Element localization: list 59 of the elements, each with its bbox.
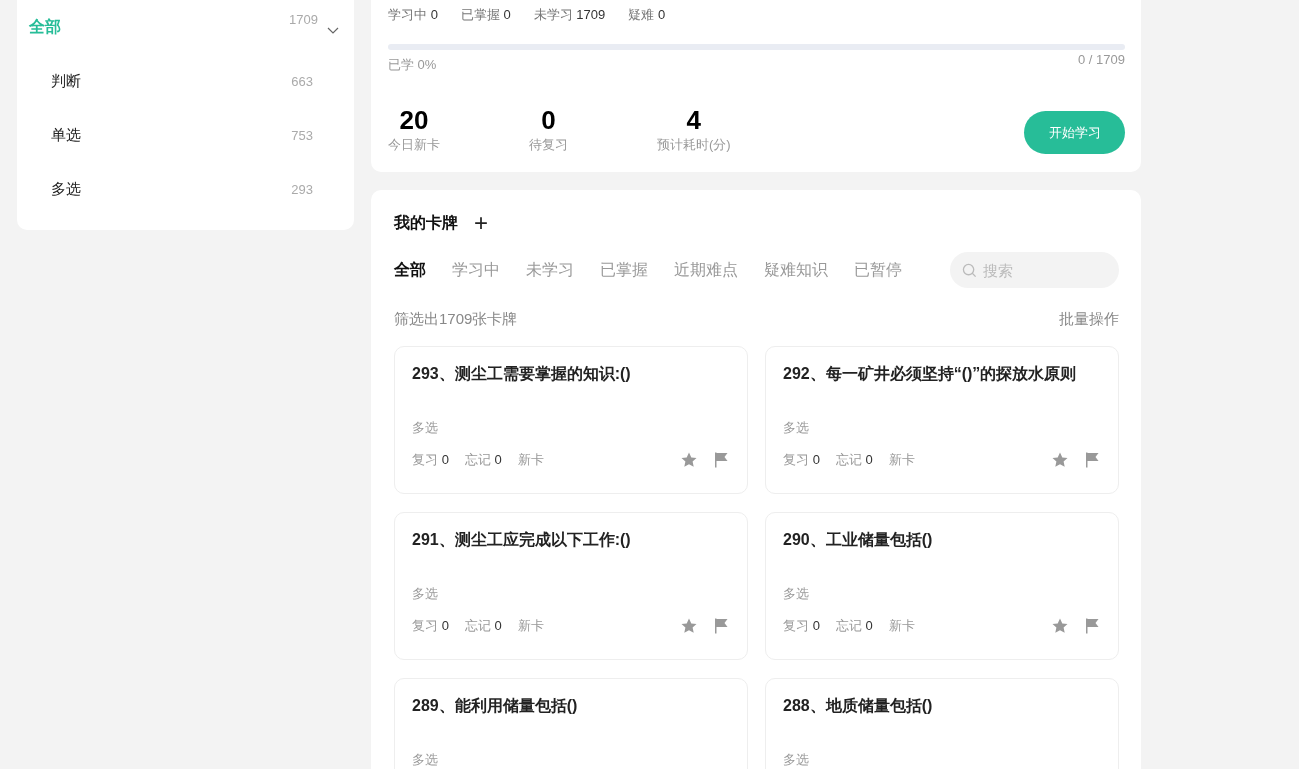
stat-value: 4 — [686, 106, 702, 134]
add-button[interactable]: + — [474, 212, 488, 234]
card-type: 多选 — [412, 751, 439, 769]
stat-label: 预计耗时(分) — [657, 136, 731, 154]
flag-icon[interactable] — [1083, 617, 1101, 635]
flag-icon[interactable] — [712, 617, 730, 635]
stat-text: 疑难 0 — [628, 6, 666, 24]
progress-caption: 已学 0% — [388, 56, 437, 74]
stat-label: 今日新卡 — [388, 136, 440, 154]
stat-value: 20 — [399, 106, 429, 134]
card-background[interactable]: 291、测尘工应完成以下工作:() 多选 复习 0 忘记 0 新卡 — [394, 512, 748, 660]
filter-tab[interactable]: 全部 — [394, 259, 426, 281]
card-type: 多选 — [412, 585, 439, 603]
sidebar-item[interactable]: 判断 663 — [17, 54, 354, 108]
card-type: 多选 — [412, 419, 439, 437]
filter-summary: 筛选出1709张卡牌 — [394, 310, 518, 329]
stat-text: 已掌握 0 — [460, 6, 511, 24]
card-background[interactable]: 289、能利用储量包括() 多选 — [394, 678, 748, 769]
flag-icon[interactable] — [1083, 451, 1101, 469]
section-title: 我的卡牌 — [394, 212, 458, 233]
card-background[interactable]: 290、工业储量包括() 多选 复习 0 忘记 0 新卡 — [765, 512, 1119, 660]
card-stat: 忘记 0 — [835, 451, 873, 469]
star-icon[interactable] — [1051, 451, 1069, 469]
progress-reading: 0 / 1709 — [1078, 52, 1125, 69]
batch-button[interactable]: 批量操作 — [1059, 310, 1119, 329]
card-stat: 忘记 0 — [835, 617, 873, 635]
card-status: 新卡 — [517, 617, 544, 635]
card-stat: 复习 0 — [412, 451, 449, 469]
star-icon[interactable] — [680, 451, 698, 469]
card-type: 多选 — [783, 751, 810, 769]
card-status: 新卡 — [517, 451, 544, 469]
stat-text: 学习中 0 — [388, 6, 438, 24]
card-title: 288、地质储量包括() — [783, 696, 934, 716]
card-type: 多选 — [783, 585, 810, 603]
star-icon[interactable] — [680, 617, 698, 635]
card-stat: 忘记 0 — [464, 451, 502, 469]
card-stat: 忘记 0 — [464, 617, 502, 635]
card-title: 291、测尘工应完成以下工作:() — [412, 530, 632, 550]
search-field[interactable]: 搜索 — [950, 252, 1119, 288]
card-background[interactable]: 293、测尘工需要掌握的知识:() 多选 复习 0 忘记 0 新卡 — [394, 346, 748, 494]
card-stat: 复习 0 — [783, 451, 820, 469]
card-title: 292、每一矿井必须坚持“()”的探放水原则 — [783, 364, 1078, 384]
flag-icon[interactable] — [712, 451, 730, 469]
card-title: 289、能利用储量包括() — [412, 696, 579, 716]
card-title: 290、工业储量包括() — [783, 530, 934, 550]
card-title: 293、测尘工需要掌握的知识:() — [412, 364, 632, 384]
stat-text: 未学习 1709 — [533, 6, 606, 24]
card-status: 新卡 — [888, 451, 915, 469]
stat-label: 待复习 — [529, 136, 568, 154]
card-type: 多选 — [783, 419, 810, 437]
card-status: 新卡 — [888, 617, 915, 635]
sidebar-item[interactable]: 单选 753 — [17, 108, 354, 162]
sidebar-item[interactable]: 多选 293 — [17, 162, 354, 216]
stat-value: 0 — [541, 106, 556, 134]
star-icon[interactable] — [1051, 617, 1069, 635]
card-stat: 复习 0 — [783, 617, 820, 635]
card-background[interactable]: 292、每一矿井必须坚持“()”的探放水原则 多选 复习 0 忘记 0 新卡 — [765, 346, 1119, 494]
card-background[interactable]: 288、地质储量包括() 多选 — [765, 678, 1119, 769]
card-stat: 复习 0 — [412, 617, 449, 635]
